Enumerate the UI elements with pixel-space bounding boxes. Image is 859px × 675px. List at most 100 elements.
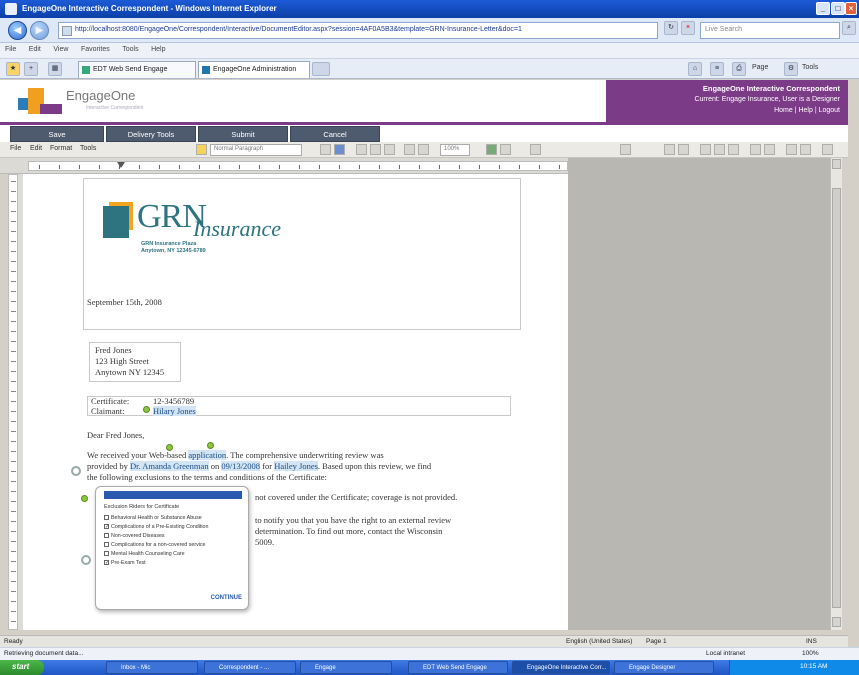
- exclusion-option[interactable]: ✓ Pre-Exam Test: [104, 560, 146, 566]
- tab-edt-web-send[interactable]: EDT Web Send Engage: [78, 61, 196, 78]
- menu-favorites[interactable]: Favorites: [76, 43, 115, 53]
- banner-links[interactable]: Home | Help | Logout: [606, 105, 840, 116]
- gear-icon[interactable]: ⚙: [784, 62, 798, 76]
- checkbox[interactable]: [104, 542, 109, 548]
- bullets-icon[interactable]: [750, 144, 761, 155]
- scroll-thumb[interactable]: [832, 188, 841, 608]
- stop-icon[interactable]: ×: [681, 21, 695, 35]
- back-arrow-icon[interactable]: ◀: [8, 21, 27, 40]
- favorites-star-icon[interactable]: ★: [6, 62, 20, 76]
- editor-menu-tools[interactable]: Tools: [80, 145, 96, 152]
- style-select[interactable]: Normal Paragraph: [210, 144, 302, 156]
- task-button-active[interactable]: EngageOne Interactive Corr...: [512, 661, 610, 674]
- exclusion-option[interactable]: Mental Health Counseling Care: [104, 551, 185, 557]
- exclusion-option[interactable]: Complications for a non-covered service: [104, 542, 206, 548]
- add-favorite-icon[interactable]: +: [24, 62, 38, 76]
- claimant-value[interactable]: Hilary Jones: [153, 406, 196, 416]
- submit-button[interactable]: Submit: [198, 126, 288, 142]
- exclusion-option[interactable]: Behavioral Health or Substance Abuse: [104, 515, 202, 521]
- task-button[interactable]: Engage Designer: [614, 661, 714, 674]
- task-button[interactable]: Inbox - Mic: [106, 661, 198, 674]
- new-tab-icon[interactable]: [312, 62, 330, 76]
- home-icon[interactable]: ⌂: [688, 62, 702, 76]
- paragraph-3[interactable]: the following exclusions to the terms an…: [87, 472, 327, 482]
- scroll-down-arrow-icon[interactable]: [832, 617, 841, 627]
- vertical-scrollbar[interactable]: [830, 158, 842, 630]
- indent-icon[interactable]: [786, 144, 797, 155]
- cut-icon[interactable]: [356, 144, 367, 155]
- checkbox[interactable]: [104, 533, 109, 539]
- magnifier-icon[interactable]: [81, 555, 91, 565]
- horizontal-ruler[interactable]: [0, 158, 572, 174]
- letter-date[interactable]: September 15th, 2008: [87, 297, 162, 307]
- magnifier-icon[interactable]: [71, 466, 81, 476]
- tab-list-icon[interactable]: ▦: [48, 62, 62, 76]
- document-page[interactable]: GRN Insurance GRN Insurance Plaza Anytow…: [23, 174, 568, 630]
- scroll-up-arrow-icon[interactable]: [832, 159, 841, 169]
- tab-engageone-admin[interactable]: EngageOne Administration: [198, 61, 310, 78]
- close-button[interactable]: ×: [845, 2, 857, 15]
- outdent-icon[interactable]: [800, 144, 811, 155]
- paragraph-1[interactable]: We received your Web-based application. …: [87, 450, 384, 460]
- continue-button[interactable]: CONTINUE: [211, 595, 242, 601]
- field-marker-icon[interactable]: [81, 495, 88, 502]
- patient-field[interactable]: Hailey Jones: [274, 461, 318, 471]
- redo-icon[interactable]: [418, 144, 429, 155]
- minimize-button[interactable]: _: [816, 2, 830, 15]
- popup-search-bar[interactable]: [104, 491, 242, 499]
- forward-arrow-icon[interactable]: ▶: [30, 21, 49, 40]
- format-icon[interactable]: [320, 144, 331, 155]
- task-button[interactable]: Engage: [300, 661, 392, 674]
- italic-icon[interactable]: [664, 144, 675, 155]
- style-icon[interactable]: [196, 144, 207, 155]
- cancel-button[interactable]: Cancel: [290, 126, 380, 142]
- exclusion-option[interactable]: ✓ Complications of a Pre-Existing Conditi…: [104, 524, 208, 530]
- undo-icon[interactable]: [404, 144, 415, 155]
- menu-file[interactable]: File: [0, 43, 21, 53]
- editor-menu-file[interactable]: File: [10, 145, 21, 152]
- page-menu[interactable]: Page: [752, 64, 768, 71]
- editor-menu-format[interactable]: Format: [50, 145, 72, 152]
- align-center-icon[interactable]: [714, 144, 725, 155]
- paragraph-5[interactable]: to notify you that you have the right to…: [255, 515, 451, 525]
- zoom-select[interactable]: 100%: [440, 144, 470, 156]
- underline-icon[interactable]: [678, 144, 689, 155]
- align-left-icon[interactable]: [700, 144, 711, 155]
- paste-icon[interactable]: [384, 144, 395, 155]
- menu-help[interactable]: Help: [146, 43, 170, 53]
- delivery-tools-button[interactable]: Delivery Tools: [106, 126, 196, 142]
- align-right-icon[interactable]: [728, 144, 739, 155]
- review-date-field[interactable]: 09/13/2008: [221, 461, 261, 471]
- save-button[interactable]: Save: [10, 126, 104, 142]
- application-field[interactable]: application: [188, 450, 227, 460]
- paragraph-2[interactable]: provided by Dr. Amanda Greenman on 09/13…: [87, 461, 431, 471]
- task-button[interactable]: EDT Web Send Engage: [408, 661, 508, 674]
- address-bar[interactable]: http://localhost:8080/EngageOne/Correspo…: [58, 22, 658, 39]
- tools-menu[interactable]: Tools: [802, 64, 818, 71]
- search-input[interactable]: Live Search: [700, 22, 840, 39]
- paragraph-4[interactable]: not covered under the Certificate; cover…: [255, 492, 457, 502]
- checkbox-checked[interactable]: ✓: [104, 524, 109, 530]
- menu-edit[interactable]: Edit: [24, 43, 46, 53]
- certificate-value[interactable]: 12-3456789: [153, 396, 194, 406]
- exclusion-option[interactable]: Non-covered Diseases: [104, 533, 165, 539]
- checkbox[interactable]: [104, 515, 109, 521]
- menu-view[interactable]: View: [48, 43, 73, 53]
- copy-icon[interactable]: [370, 144, 381, 155]
- zoom-level[interactable]: 100%: [802, 650, 819, 657]
- paragraph-7[interactable]: 5009.: [255, 537, 274, 547]
- spellcheck-icon[interactable]: [486, 144, 497, 155]
- insert-icon[interactable]: [530, 144, 541, 155]
- feeds-icon[interactable]: ≡: [710, 62, 724, 76]
- table-icon[interactable]: [500, 144, 511, 155]
- print-icon[interactable]: ⎙: [732, 62, 746, 76]
- color-icon[interactable]: [822, 144, 833, 155]
- maximize-button[interactable]: □: [831, 2, 845, 15]
- start-button[interactable]: start: [0, 660, 44, 675]
- doctor-field[interactable]: Dr. Amanda Greenman: [129, 461, 209, 471]
- bold-icon[interactable]: [620, 144, 631, 155]
- numbering-icon[interactable]: [764, 144, 775, 155]
- checkbox[interactable]: [104, 551, 109, 557]
- editor-menu-edit[interactable]: Edit: [30, 145, 42, 152]
- menu-tools[interactable]: Tools: [117, 43, 143, 53]
